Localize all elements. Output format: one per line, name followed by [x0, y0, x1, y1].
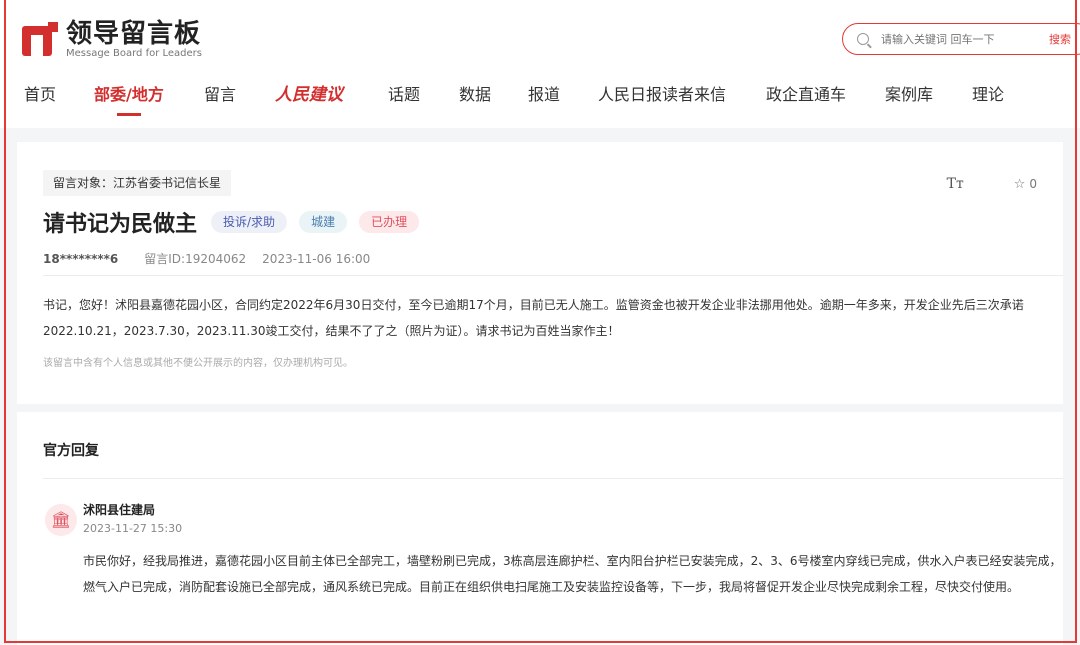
main-nav: 首页 部委/地方 留言 人民建议 话题 数据 报道 人民日报读者来信 政企直通车…: [0, 82, 1080, 128]
nav-messages[interactable]: 留言: [204, 82, 236, 116]
logo-title: 领导留言板: [66, 19, 202, 49]
reply-org: 沭阳县住建局: [83, 503, 156, 517]
field-badge: 城建: [299, 211, 348, 233]
message-target: 留言对象：江苏省委书记信长星: [43, 170, 232, 196]
site-header: 领导留言板 Message Board for Leaders 搜索 首页 部委…: [0, 0, 1080, 128]
message-tools: Tт ☆ 0: [947, 176, 1037, 192]
search-box: 搜索: [842, 23, 1080, 55]
message-meta: 18********6 留言ID:19204062 2023-11-06 16:…: [43, 250, 370, 267]
nav-theory[interactable]: 理论: [972, 82, 1004, 116]
message-card: 留言对象：江苏省委书记信长星 Tт ☆ 0 请书记为民做主 投诉/求助 城建 已…: [17, 142, 1063, 404]
star-icon[interactable]: ☆: [1014, 177, 1026, 192]
nav-topics[interactable]: 话题: [388, 82, 420, 116]
official-reply-card: 官方回复 🏛 沭阳县住建局 2023-11-27 15:30 市民你好，经我局推…: [17, 412, 1063, 645]
divider: [43, 275, 1063, 276]
divider: [43, 478, 1063, 479]
logo-mark-icon: [22, 22, 58, 58]
government-building-icon: 🏛: [45, 504, 77, 536]
category-badge: 投诉/求助: [211, 211, 288, 233]
nav-reports[interactable]: 报道: [528, 82, 560, 116]
message-content: 书记，您好！沭阳县嘉德花园小区，合同约定2022年6月30日交付，至今已逾期17…: [43, 298, 1024, 338]
nav-home[interactable]: 首页: [24, 82, 56, 116]
nav-case-library[interactable]: 案例库: [885, 82, 933, 116]
nav-people-suggestions[interactable]: 人民建议: [275, 82, 343, 116]
search-icon: [857, 33, 869, 45]
privacy-note: 该留言中含有个人信息或其他不便公开展示的内容，仅办理机构可见。: [43, 358, 353, 369]
star-count: 0: [1029, 177, 1037, 191]
logo-subtitle: Message Board for Leaders: [66, 48, 203, 59]
message-id: 留言ID:19204062: [144, 252, 247, 266]
message-time: 2023-11-06 16:00: [262, 251, 371, 266]
search-button[interactable]: 搜索: [1049, 31, 1071, 47]
search-input[interactable]: [881, 32, 1021, 46]
message-user: 18********6: [43, 251, 119, 266]
site-logo[interactable]: 领导留言板 Message Board for Leaders: [22, 20, 202, 60]
reply-content: 市民你好，经我局推进，嘉德花园小区目前主体已全部完工，墙壁粉刷已完成，3栋高层连…: [83, 554, 1062, 594]
reply-heading: 官方回复: [43, 443, 99, 459]
nav-ministries-local[interactable]: 部委/地方: [94, 82, 164, 116]
nav-data[interactable]: 数据: [459, 82, 491, 116]
font-size-icon[interactable]: Tт: [947, 176, 964, 192]
nav-gov-enterprise[interactable]: 政企直通车: [766, 82, 846, 116]
message-title: 请书记为民做主: [43, 212, 198, 237]
status-badge: 已办理: [359, 211, 420, 233]
nav-reader-letters[interactable]: 人民日报读者来信: [598, 82, 726, 116]
title-row: 请书记为民做主 投诉/求助 城建 已办理: [43, 206, 431, 238]
reply-time: 2023-11-27 15:30: [83, 522, 183, 535]
